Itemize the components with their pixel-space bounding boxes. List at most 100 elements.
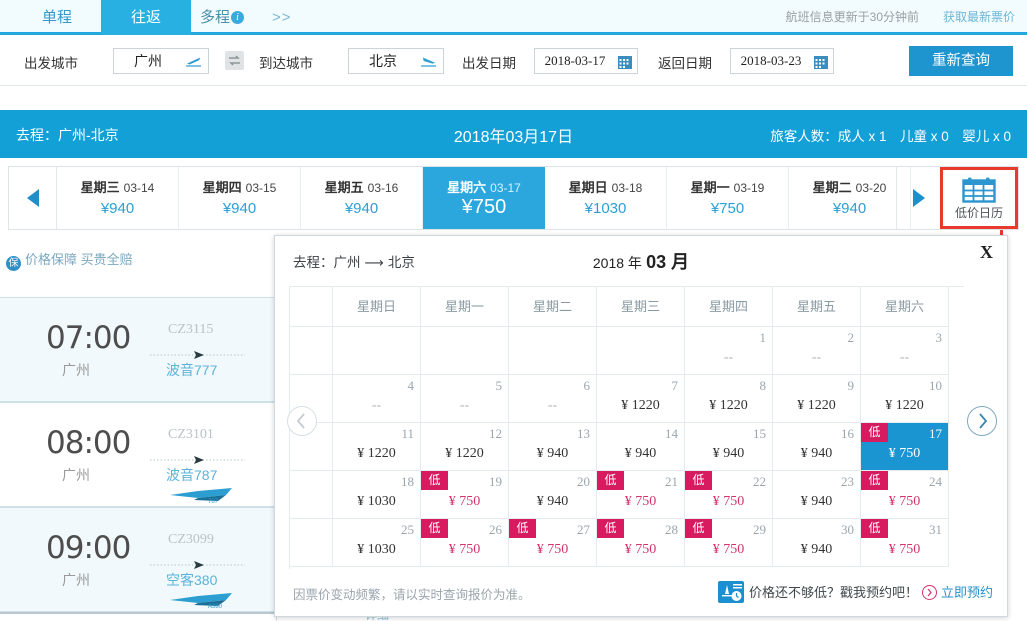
flight-aircraft: 波音787 — [166, 465, 217, 485]
swap-cities-button[interactable] — [225, 51, 244, 70]
chevron-left-icon — [288, 407, 316, 435]
calendar-day-cell[interactable]: 25¥ 1030 — [333, 519, 421, 567]
calendar-icon-return[interactable] — [813, 54, 829, 70]
date-strip-weekday: 星期日03-18 — [545, 177, 666, 196]
calendar-day-number: 14 — [665, 426, 678, 442]
prev-month-button[interactable] — [287, 406, 317, 436]
calendar-row-spacer — [290, 471, 333, 519]
calendar-day-cell[interactable]: 13¥ 940 — [509, 423, 597, 471]
calendar-day-cell[interactable]: 14¥ 940 — [597, 423, 685, 471]
calendar-day-cell[interactable]: 10¥ 1220 — [861, 375, 949, 423]
calendar-day-cell[interactable]: 8¥ 1220 — [685, 375, 773, 423]
promo-link[interactable]: 立即预约 — [941, 585, 993, 600]
flight-row[interactable]: 07:00广州CZ3115波音777 — [0, 297, 276, 402]
date-strip-weekday: 星期六03-17 — [423, 177, 545, 196]
date-strip-weekday: 星期四03-15 — [179, 177, 300, 196]
calendar-day-cell[interactable]: 低17¥ 750 — [861, 423, 949, 471]
calendar-corner — [290, 287, 333, 327]
tab-multi-city[interactable]: 多程i — [200, 0, 278, 35]
calendar-day-price: ¥ 940 — [773, 446, 860, 462]
date-strip-cell[interactable]: 星期日03-18¥1030 — [545, 167, 667, 229]
calendar-day-cell[interactable]: 低27¥ 750 — [509, 519, 597, 567]
calendar-day-cell[interactable]: 低26¥ 750 — [421, 519, 509, 567]
calendar-day-cell[interactable]: 低19¥ 750 — [421, 471, 509, 519]
popup-footer: 因票价变动频繁，请以实时查询报价为准。 价格还不够低？戳我预约吧！ — [275, 570, 1007, 616]
calendar-day-number: 8 — [760, 378, 767, 394]
calendar-day-cell[interactable]: 低24¥ 750 — [861, 471, 949, 519]
calendar-day-number: 29 — [753, 522, 766, 538]
calendar-cell-empty — [421, 327, 509, 375]
from-city-field[interactable]: 广州 — [113, 48, 209, 74]
calendar-cell-empty — [597, 327, 685, 375]
expand-arrows[interactable]: >> — [272, 0, 292, 35]
calendar-day-number: 21 — [665, 474, 678, 490]
calendar-day-number: 30 — [841, 522, 854, 538]
from-city-label: 出发城市 — [24, 52, 78, 72]
date-strip-price: ¥750 — [667, 200, 788, 217]
calendar-day-cell[interactable]: 7¥ 1220 — [597, 375, 685, 423]
date-strip-cell[interactable]: 星期二03-20¥940 — [789, 167, 911, 229]
calendar-day-cell[interactable]: 15¥ 940 — [685, 423, 773, 471]
date-strip-prev-button[interactable] — [9, 167, 57, 229]
calendar-day-cell[interactable]: 18¥ 1030 — [333, 471, 421, 519]
calendar-day-price: -- — [685, 350, 772, 366]
calendar-day-cell[interactable]: 20¥ 940 — [509, 471, 597, 519]
date-price-strip: 星期三03-14¥940星期四03-15¥940星期五03-16¥940星期六0… — [8, 166, 1019, 230]
info-icon[interactable]: i — [231, 11, 244, 24]
date-strip-cell[interactable]: 星期五03-16¥940 — [301, 167, 423, 229]
flight-row[interactable]: 08:00广州CZ3101波音787787 — [0, 402, 276, 507]
calendar-day-number: 17 — [929, 426, 942, 442]
flight-row[interactable]: 09:00广州CZ3099空客380A380 — [0, 507, 276, 612]
calendar-day-cell[interactable]: 11¥ 1220 — [333, 423, 421, 471]
calendar-day-cell[interactable]: 3-- — [861, 327, 949, 375]
date-strip-next-button[interactable] — [896, 167, 940, 229]
next-month-button[interactable] — [967, 406, 997, 436]
calendar-day-cell[interactable]: 低21¥ 750 — [597, 471, 685, 519]
tab-round-trip[interactable]: 往返 — [101, 0, 191, 35]
calendar-icon-depart[interactable] — [617, 54, 633, 70]
calendar-day-cell[interactable]: 5-- — [421, 375, 509, 423]
calendar-day-cell[interactable]: 4-- — [333, 375, 421, 423]
low-price-calendar-button[interactable]: 低价日历 — [940, 167, 1018, 229]
calendar-day-cell[interactable]: 低31¥ 750 — [861, 519, 949, 567]
to-city-field[interactable]: 北京 — [348, 48, 444, 74]
date-strip-cell[interactable]: 星期六03-17¥750 — [423, 167, 545, 229]
calendar-day-cell[interactable]: 低29¥ 750 — [685, 519, 773, 567]
search-button[interactable]: 重新查询 — [909, 46, 1013, 76]
calendar-day-cell[interactable]: 12¥ 1220 — [421, 423, 509, 471]
calendar-row-spacer — [290, 519, 333, 567]
depart-date-field[interactable]: 2018-03-17 — [534, 48, 638, 74]
close-icon[interactable]: X — [980, 242, 993, 263]
shield-icon: 保 — [6, 256, 21, 271]
calendar-day-cell[interactable]: 6-- — [509, 375, 597, 423]
calendar-day-cell[interactable]: 23¥ 940 — [773, 471, 861, 519]
low-price-badge: 低 — [685, 471, 712, 490]
calendar-day-price: ¥ 750 — [685, 542, 772, 558]
calendar-day-cell[interactable]: 1-- — [685, 327, 773, 375]
date-strip-cell[interactable]: 星期三03-14¥940 — [57, 167, 179, 229]
calendar-weekday-header: 星期一 — [421, 287, 509, 327]
date-strip-cell[interactable]: 星期一03-19¥750 — [667, 167, 789, 229]
tab-multi-city-label: 多程 — [200, 9, 230, 26]
calendar-day-cell[interactable]: 低22¥ 750 — [685, 471, 773, 519]
calendar-day-cell[interactable]: 2-- — [773, 327, 861, 375]
date-strip-cell[interactable]: 星期四03-15¥940 — [179, 167, 301, 229]
date-strip-date: 03-18 — [612, 181, 643, 195]
price-guarantee-label: 价格保障 买贵全赔 — [25, 252, 133, 267]
calendar-day-cell[interactable]: 低28¥ 750 — [597, 519, 685, 567]
date-strip-weekday: 星期三03-14 — [57, 177, 178, 196]
calendar-day-price: -- — [421, 398, 508, 414]
calendar-day-cell[interactable]: 9¥ 1220 — [773, 375, 861, 423]
low-price-badge: 低 — [597, 471, 624, 490]
calendar-day-number: 3 — [936, 330, 943, 346]
promo-text: 价格还不够低？戳我预约吧！ — [749, 585, 918, 600]
refresh-price-link[interactable]: 获取最新票价 — [943, 0, 1015, 35]
chevron-right-circle-icon[interactable] — [922, 585, 937, 600]
flight-depart-time: 09:00 — [46, 530, 130, 566]
tab-one-way[interactable]: 单程 — [18, 0, 96, 35]
calendar-day-cell[interactable]: 30¥ 940 — [773, 519, 861, 567]
calendar-day-cell[interactable]: 16¥ 940 — [773, 423, 861, 471]
return-date-field[interactable]: 2018-03-23 — [730, 48, 834, 74]
return-date-value: 2018-03-23 — [731, 49, 811, 73]
calendar-day-price: ¥ 940 — [509, 494, 596, 510]
